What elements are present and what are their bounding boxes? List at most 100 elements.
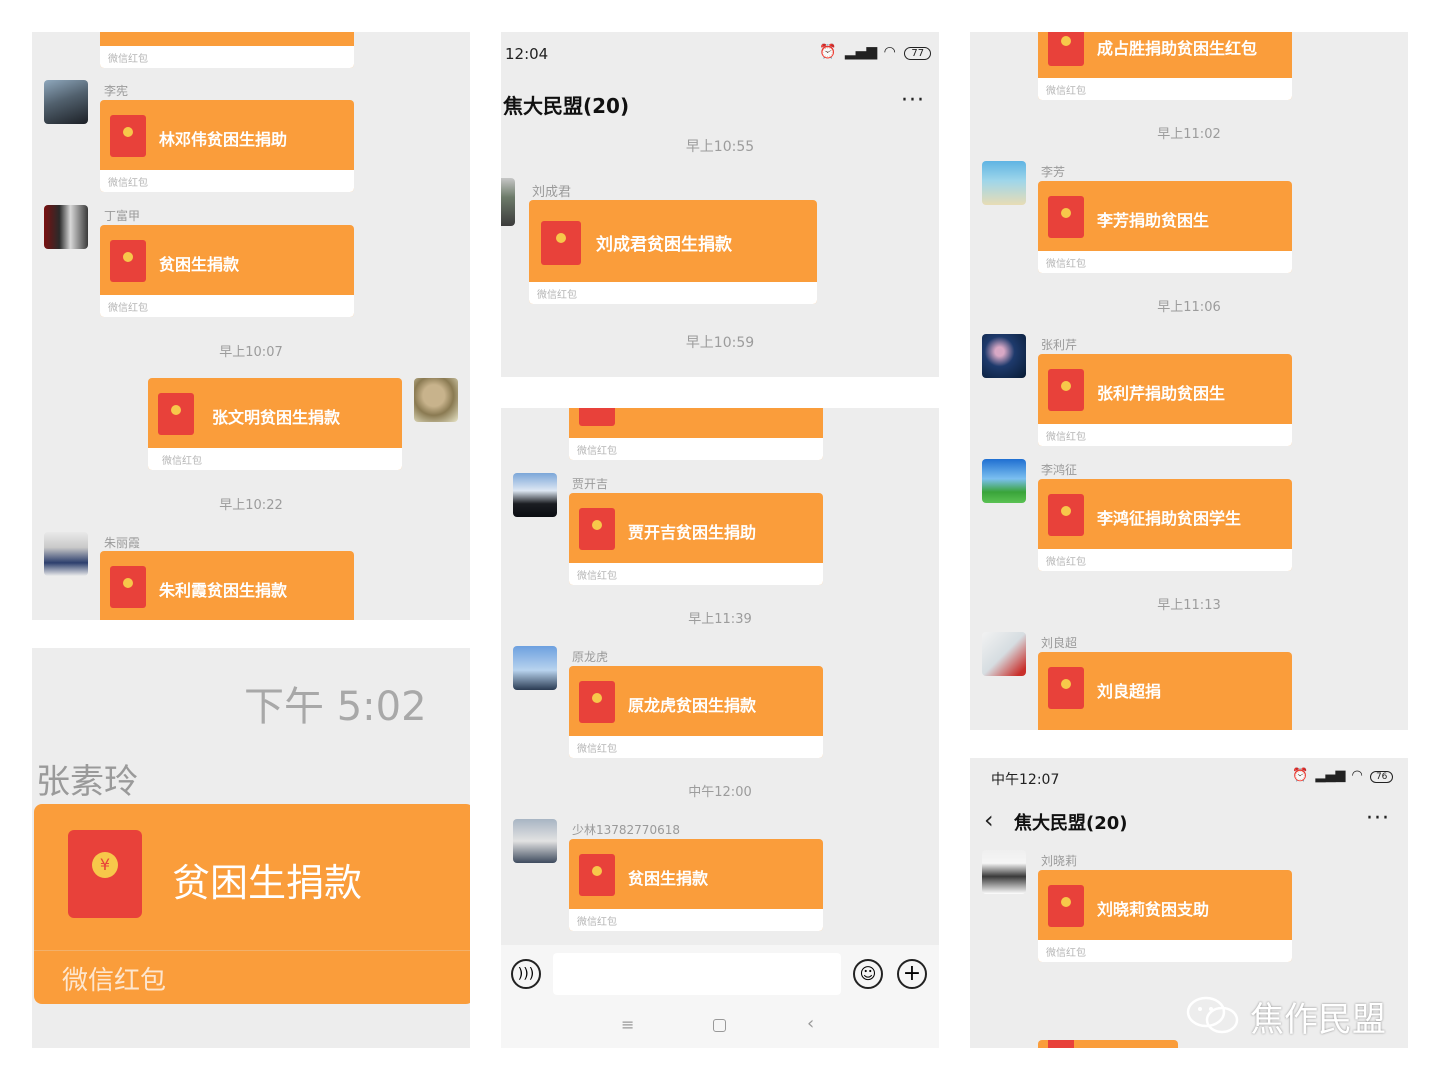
avatar[interactable] (44, 80, 88, 124)
red-packet[interactable]: 刘良超捐 (1038, 652, 1292, 730)
red-packet-title: 贾开吉贫困生捐助 (628, 523, 757, 542)
avatar[interactable] (982, 161, 1026, 205)
input-bar: ))) ☺ + (501, 945, 939, 1003)
status-time: 12:04 (505, 45, 549, 63)
battery-icon: 77 (904, 47, 932, 60)
avatar[interactable] (501, 178, 515, 226)
sender-name: 张利芹 (1041, 338, 1078, 352)
red-packet-title: 刘良超捐 (1097, 682, 1162, 701)
red-packet-label: 微信红包 (577, 571, 617, 582)
red-packet-label: 微信红包 (1046, 557, 1086, 568)
red-packet-label: 微信红包 (108, 178, 148, 189)
back-icon[interactable]: ‹ (807, 1013, 814, 1034)
plus-icon[interactable]: + (897, 959, 927, 989)
timestamp: 早上10:59 (685, 335, 755, 351)
watermark-text: 焦作民盟 (1250, 1000, 1386, 1040)
red-packet[interactable]: 贫困生捐款 微信红包 (569, 839, 823, 931)
chat-panel-e[interactable]: 成占胜捐助贫困生红包 微信红包 早上11:02 李芳 李芳捐助贫困生 微信红包 … (970, 32, 1408, 730)
message-input[interactable] (553, 953, 841, 995)
red-envelope-icon: ¥ (68, 830, 142, 918)
signal-icon: ▂▄▆ (844, 44, 878, 60)
avatar[interactable] (44, 205, 88, 249)
red-envelope-icon (1048, 196, 1084, 238)
red-envelope-icon (541, 221, 581, 265)
sender-name: 李宪 (104, 84, 129, 98)
red-packet[interactable]: 林邓伟贫困生捐助 微信红包 (100, 100, 354, 192)
home-icon[interactable] (713, 1019, 726, 1032)
alarm-icon: ⏰ (819, 44, 837, 60)
chat-panel-f[interactable]: 中午12:07 ⏰ ▂▄▆ ◠ 76 ‹ 焦大民盟(20) ··· 刘晓莉 刘晓… (970, 758, 1408, 1048)
battery-icon: 76 (1369, 771, 1394, 783)
avatar[interactable] (982, 850, 1026, 894)
timestamp: 早上11:06 (1157, 300, 1221, 315)
timestamp: 下午 5:02 (244, 684, 427, 730)
red-packet-label: 微信红包 (577, 744, 617, 755)
red-envelope-icon (579, 854, 615, 896)
voice-icon[interactable]: ))) (511, 959, 541, 989)
screenshot-collage: 微信红包 李宪 林邓伟贫困生捐助 微信红包 丁富甲 贫困生捐款 微信红包 早上1… (0, 0, 1440, 1080)
avatar[interactable] (513, 646, 557, 690)
red-packet-title: 朱利霞贫困生捐款 (159, 581, 288, 600)
avatar[interactable] (982, 459, 1026, 503)
red-packet[interactable]: 李鸿征捐助贫困学生 微信红包 (1038, 479, 1292, 571)
red-packet-label: 微信红包 (108, 303, 148, 314)
red-packet-partial[interactable] (1038, 1040, 1178, 1048)
red-packet[interactable]: 刘晓莉贫困支助 微信红包 (1038, 870, 1292, 962)
timestamp: 早上11:02 (1157, 127, 1221, 142)
red-packet[interactable]: 原龙虎贫困生捐款 微信红包 (569, 666, 823, 758)
red-envelope-icon (579, 681, 615, 723)
sender-name: 朱丽霞 (104, 536, 141, 550)
red-packet-top[interactable]: 微信红包 (569, 408, 823, 460)
red-packet-title: 成占胜捐助贫困生红包 (1097, 39, 1258, 58)
red-packet[interactable]: 张利芹捐助贫困生 微信红包 (1038, 354, 1292, 446)
red-packet-title: 刘成君贫困生捐款 (596, 235, 732, 255)
avatar[interactable] (982, 632, 1026, 676)
chat-title: 焦大民盟(20) (503, 94, 630, 118)
more-button[interactable]: ··· (1366, 806, 1390, 831)
red-packet-label: 微信红包 (1046, 432, 1086, 443)
chat-panel-a[interactable]: 微信红包 李宪 林邓伟贫困生捐助 微信红包 丁富甲 贫困生捐款 微信红包 早上1… (32, 32, 470, 620)
red-packet-label: 微信红包 (162, 456, 202, 467)
red-packet-top[interactable]: 微信红包 (100, 32, 354, 68)
timestamp: 早上10:07 (219, 345, 283, 360)
timestamp: 早上11:13 (1157, 598, 1221, 613)
timestamp: 中午12:00 (688, 785, 752, 800)
red-packet[interactable]: 张文明贫困生捐款 微信红包 (148, 378, 402, 470)
red-packet-label: 微信红包 (1046, 86, 1086, 97)
red-envelope-icon (158, 393, 194, 435)
red-packet-title: 原龙虎贫困生捐款 (628, 696, 757, 715)
menu-icon[interactable]: ≡ (621, 1015, 634, 1034)
red-envelope-icon (1048, 32, 1084, 66)
timestamp: 早上10:55 (685, 139, 755, 155)
sender-name: 刘成君 (532, 185, 572, 200)
red-packet[interactable]: ¥ 贫困生捐款 微信红包 (34, 804, 470, 1004)
red-packet[interactable]: 刘成君贫困生捐款 微信红包 (529, 200, 817, 304)
chat-panel-d[interactable]: 微信红包 贾开吉 贾开吉贫困生捐助 微信红包 早上11:39 原龙虎 原龙虎贫困… (501, 408, 939, 1048)
red-packet-label: 微信红包 (1046, 259, 1086, 270)
red-packet[interactable]: 贾开吉贫困生捐助 微信红包 (569, 493, 823, 585)
avatar[interactable] (414, 378, 458, 422)
wechat-logo-icon (1184, 996, 1242, 1034)
sender-name: 丁富甲 (104, 209, 141, 223)
sender-name: 少林13782770618 (572, 823, 680, 837)
avatar[interactable] (513, 819, 557, 863)
red-packet-title: 刘晓莉贫困支助 (1097, 900, 1210, 919)
red-packet-title: 张利芹捐助贫困生 (1097, 384, 1226, 403)
more-button[interactable]: ··· (901, 88, 925, 113)
red-packet[interactable]: 朱利霞贫困生捐款 (100, 551, 354, 620)
chat-panel-b-zoomed[interactable]: 下午 5:02 张素玲 ¥ 贫困生捐款 微信红包 (32, 648, 470, 1048)
red-packet[interactable]: 成占胜捐助贫困生红包 微信红包 (1038, 32, 1292, 100)
chat-panel-c[interactable]: 12:04 ⏰ ▂▄▆ ◠ 77 焦大民盟(20) ··· 早上10:55 刘成… (501, 32, 939, 377)
red-packet-title: 贫困生捐款 (159, 255, 240, 274)
chat-title: 焦大民盟(20) (1014, 813, 1128, 834)
sender-name: 刘晓莉 (1041, 854, 1078, 868)
red-packet[interactable]: 李芳捐助贫困生 微信红包 (1038, 181, 1292, 273)
avatar[interactable] (982, 334, 1026, 378)
avatar[interactable] (513, 473, 557, 517)
red-packet-title: 贫困生捐款 (628, 869, 709, 888)
red-packet[interactable]: 贫困生捐款 微信红包 (100, 225, 354, 317)
back-icon[interactable]: ‹ (984, 806, 994, 834)
avatar[interactable] (44, 532, 88, 576)
emoji-icon[interactable]: ☺ (853, 959, 883, 989)
red-packet-title: 李芳捐助贫困生 (1097, 211, 1210, 230)
